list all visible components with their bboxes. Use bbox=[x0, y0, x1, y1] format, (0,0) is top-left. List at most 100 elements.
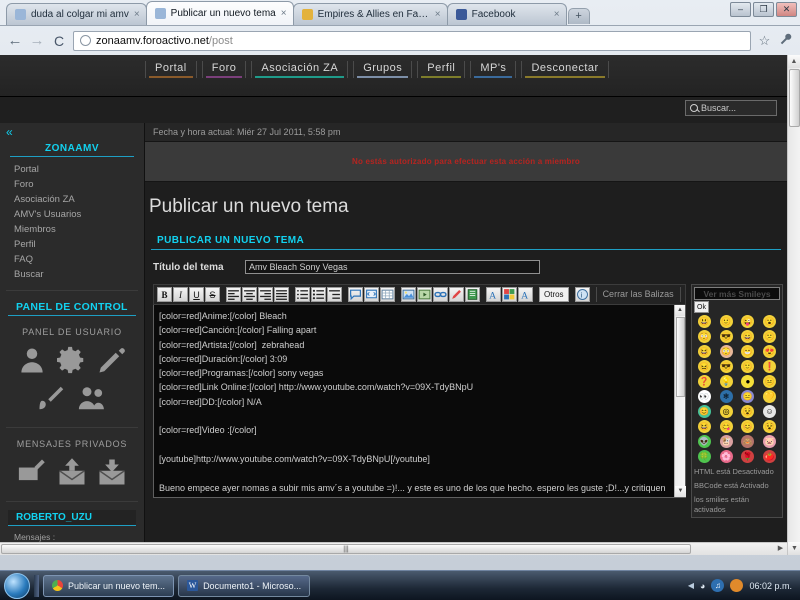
list-indent-icon[interactable] bbox=[327, 287, 342, 302]
taskbar-item-word[interactable]: W Documento1 - Microso... bbox=[178, 574, 311, 597]
page-scrollbar-horizontal[interactable]: ||| ▶ bbox=[0, 542, 787, 555]
message-textarea[interactable]: [color=red]Anime:[/color] Bleach [color=… bbox=[154, 305, 685, 497]
list-bullet-icon[interactable] bbox=[311, 287, 326, 302]
smiley-26[interactable]: 😵 bbox=[741, 405, 755, 418]
update-icon[interactable] bbox=[730, 579, 744, 592]
list-ordered-icon[interactable] bbox=[295, 287, 310, 302]
tab-close-icon[interactable]: × bbox=[134, 9, 140, 20]
search-input[interactable]: Buscar... bbox=[685, 100, 777, 116]
tray-arrow-icon[interactable]: ◀ bbox=[688, 581, 694, 590]
smiley-1[interactable]: 🙂 bbox=[719, 315, 733, 328]
smiley-9[interactable]: 😳 bbox=[719, 345, 733, 358]
code-icon[interactable] bbox=[364, 287, 379, 302]
minimize-button[interactable]: – bbox=[730, 2, 751, 17]
smiley-27[interactable]: ☺ bbox=[763, 405, 777, 418]
italic-button[interactable]: I bbox=[173, 287, 188, 302]
smiley-18[interactable]: ● bbox=[741, 375, 755, 388]
align-justify-icon[interactable] bbox=[274, 287, 289, 302]
inbox-mail-icon[interactable] bbox=[97, 457, 127, 487]
pen-icon[interactable] bbox=[449, 287, 464, 302]
help-icon[interactable]: i bbox=[574, 287, 590, 302]
browser-tab-0[interactable]: duda al colgar mi amv × bbox=[6, 3, 147, 25]
smiley-15[interactable]: ❗ bbox=[763, 360, 777, 373]
smiley-36[interactable]: 🍀 bbox=[697, 450, 711, 463]
nav-item-desconectar[interactable]: Desconectar bbox=[521, 61, 609, 78]
tab-close-icon[interactable]: × bbox=[435, 9, 441, 20]
close-window-button[interactable]: ✕ bbox=[776, 2, 797, 17]
smiley-8[interactable]: 😆 bbox=[697, 345, 711, 358]
smiley-19[interactable]: 😐 bbox=[763, 375, 777, 388]
underline-button[interactable]: U bbox=[189, 287, 204, 302]
topic-title-input[interactable] bbox=[245, 260, 540, 274]
compose-mail-icon[interactable] bbox=[17, 457, 47, 487]
smiley-34[interactable]: 🙈 bbox=[741, 435, 755, 448]
new-tab-button[interactable]: + bbox=[567, 8, 590, 24]
reload-icon[interactable]: C bbox=[51, 33, 67, 49]
smiley-7[interactable]: 😕 bbox=[763, 330, 777, 343]
sidebar-item-asociacion-za[interactable]: Asociación ZA bbox=[0, 192, 144, 207]
smiley-33[interactable]: 🐮 bbox=[719, 435, 733, 448]
sidebar-item-perfil[interactable]: Perfil bbox=[0, 237, 144, 252]
nav-item-perfil[interactable]: Perfil bbox=[417, 61, 466, 78]
smiley-12[interactable]: 😖 bbox=[697, 360, 711, 373]
smiley-6[interactable]: 😄 bbox=[741, 330, 755, 343]
font-size-icon[interactable]: A bbox=[486, 287, 501, 302]
smiley-37[interactable]: 🌸 bbox=[719, 450, 733, 463]
smiley-31[interactable]: 😵 bbox=[763, 420, 777, 433]
smiley-5[interactable]: 😎 bbox=[719, 330, 733, 343]
smiley-24[interactable]: 😊 bbox=[697, 405, 711, 418]
back-icon[interactable]: ← bbox=[7, 32, 23, 49]
smiley-22[interactable]: 😑 bbox=[741, 390, 755, 403]
browser-tab-2[interactable]: Empires & Allies en Facebook × bbox=[292, 3, 448, 25]
sidebar-username[interactable]: ROBERTO_UZU bbox=[8, 510, 136, 526]
gear-icon[interactable] bbox=[57, 345, 87, 375]
sidebar-item-foro[interactable]: Foro bbox=[0, 177, 144, 192]
nav-item-foro[interactable]: Foro bbox=[201, 61, 247, 78]
smiley-0[interactable]: 😃 bbox=[697, 315, 711, 328]
textarea-scroll-up-icon[interactable]: ▲ bbox=[675, 305, 685, 316]
smiley-28[interactable]: 😆 bbox=[697, 420, 711, 433]
close-tags-button[interactable]: Cerrar las Balizas bbox=[595, 287, 681, 302]
volume-icon[interactable]: ♫ bbox=[711, 579, 725, 592]
smiley-39[interactable]: 🍅 bbox=[763, 450, 777, 463]
nav-item-grupos[interactable]: Grupos bbox=[353, 61, 413, 78]
user-icon[interactable] bbox=[17, 345, 47, 375]
smiley-3[interactable]: 😮 bbox=[763, 315, 777, 328]
smiley-10[interactable]: 😁 bbox=[741, 345, 755, 358]
smiley-17[interactable]: 💡 bbox=[719, 375, 733, 388]
browser-tab-3[interactable]: Facebook × bbox=[446, 3, 567, 25]
textarea-scroll-thumb[interactable] bbox=[676, 317, 685, 397]
address-bar[interactable]: zonaamv.foroactivo.net/post bbox=[73, 30, 751, 51]
brush-icon[interactable] bbox=[37, 383, 67, 413]
sidebar-item-buscar[interactable]: Buscar bbox=[0, 267, 144, 282]
smiley-14[interactable]: 🙂 bbox=[741, 360, 755, 373]
sidebar-item-amvs-usuarios[interactable]: AMV's Usuarios bbox=[0, 207, 144, 222]
page-hscroll-thumb[interactable]: ||| bbox=[1, 544, 691, 554]
pencil-icon[interactable] bbox=[97, 345, 127, 375]
sidebar-item-miembros[interactable]: Miembros bbox=[0, 222, 144, 237]
tray-clock[interactable]: 06:02 p.m. bbox=[749, 581, 792, 591]
page-scroll-down-icon[interactable]: ▼ bbox=[788, 542, 800, 555]
network-icon[interactable]: ◕ bbox=[700, 581, 705, 591]
nav-item-mps[interactable]: MP's bbox=[470, 61, 517, 78]
image-icon[interactable] bbox=[401, 287, 416, 302]
spoiler-icon[interactable] bbox=[465, 287, 480, 302]
smiley-38[interactable]: 🌹 bbox=[741, 450, 755, 463]
smiley-23[interactable]: 💛 bbox=[763, 390, 777, 403]
smiley-30[interactable]: 😊 bbox=[741, 420, 755, 433]
smiley-2[interactable]: 😜 bbox=[741, 315, 755, 328]
bold-button[interactable]: B bbox=[157, 287, 172, 302]
smiley-20[interactable]: 👀 bbox=[697, 390, 711, 403]
textarea-scrollbar[interactable]: ▲ ▼ bbox=[674, 305, 686, 497]
maximize-button[interactable]: ❐ bbox=[753, 2, 774, 17]
smilies-header[interactable]: Ver más Smileys bbox=[694, 287, 780, 300]
nav-item-asociacion-za[interactable]: Asociación ZA bbox=[251, 61, 349, 78]
smiley-4[interactable]: 😳 bbox=[697, 330, 711, 343]
smiley-11[interactable]: 😍 bbox=[763, 345, 777, 358]
smiley-16[interactable]: ❓ bbox=[697, 375, 711, 388]
bookmark-star-icon[interactable]: ☆ bbox=[757, 33, 772, 49]
align-left-icon[interactable] bbox=[226, 287, 241, 302]
smiley-25[interactable]: ◎ bbox=[719, 405, 733, 418]
page-hscroll-right-icon[interactable]: ▶ bbox=[774, 543, 787, 555]
smiley-29[interactable]: 😋 bbox=[719, 420, 733, 433]
